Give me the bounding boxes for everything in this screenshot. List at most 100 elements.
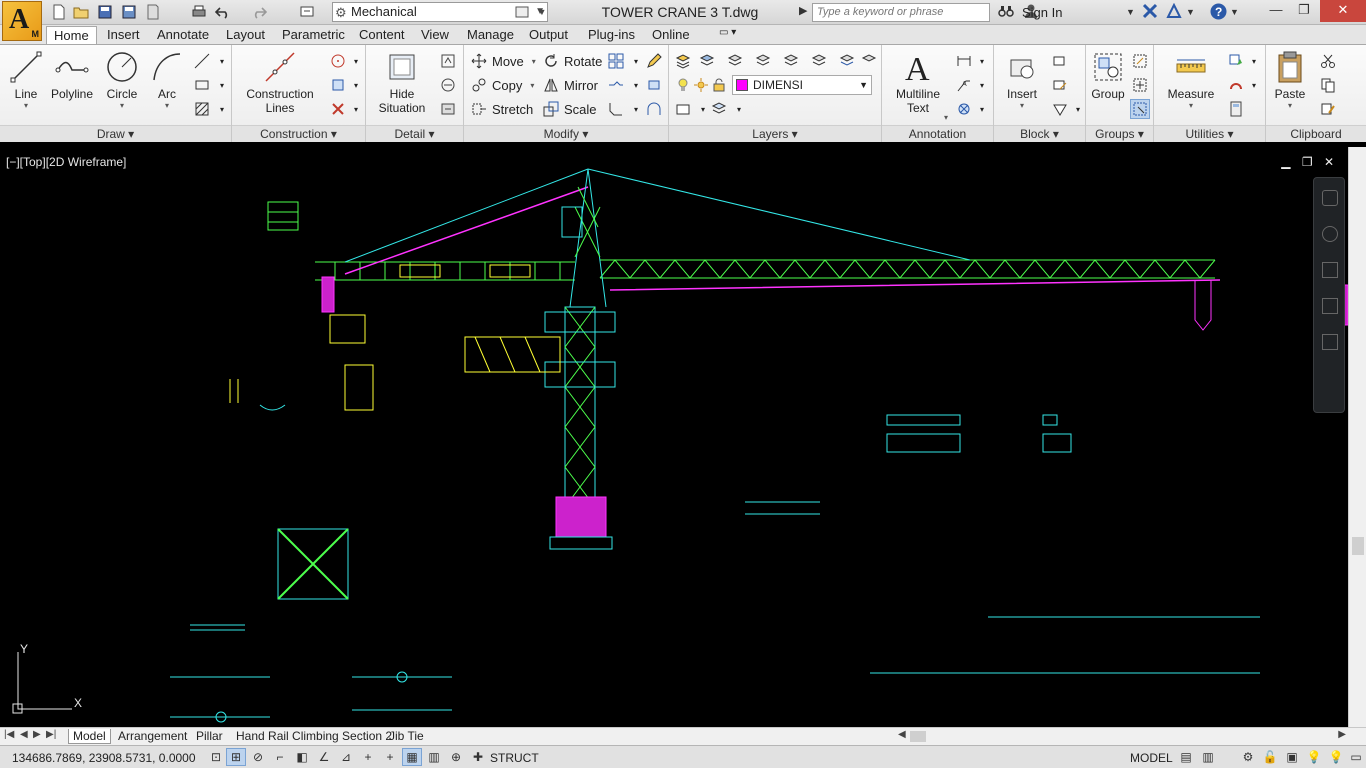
polyline-button[interactable]: Polyline: [48, 49, 96, 101]
utilities-panel-title[interactable]: Utilities ▾: [1154, 125, 1265, 142]
cut-icon[interactable]: [1318, 51, 1338, 71]
chamfer-icon[interactable]: [606, 99, 626, 119]
id-point-icon[interactable]: [1226, 75, 1246, 95]
modify-panel-title[interactable]: Modify ▾: [464, 125, 668, 142]
horizontal-scrollbar[interactable]: ◀ ▶: [898, 729, 1346, 744]
layer-state-icon[interactable]: [697, 51, 717, 71]
tab-online[interactable]: Online: [645, 26, 697, 45]
layers-panel-title[interactable]: Layers ▾: [669, 125, 881, 142]
object-snap-icon[interactable]: ∠: [314, 748, 334, 766]
infer-constraints-icon[interactable]: ⊡: [206, 748, 226, 766]
help-dropdown-icon[interactable]: ▼: [1230, 7, 1239, 17]
transparency-icon[interactable]: ▥: [424, 748, 444, 766]
group-edit-icon[interactable]: [1130, 75, 1150, 95]
layout-tab-arrangement[interactable]: Arrangement: [114, 729, 191, 743]
annot-dd-1-icon[interactable]: ▾: [972, 51, 992, 71]
layer-properties-icon[interactable]: [673, 51, 693, 71]
layout-tab-hand-rail[interactable]: Hand Rail Climbing Section 2: [232, 729, 396, 743]
tab-view[interactable]: View: [414, 26, 456, 45]
plot-preview-icon[interactable]: [144, 3, 162, 21]
close-button[interactable]: ✕: [1320, 0, 1366, 22]
mirror-button[interactable]: Mirror: [542, 75, 598, 95]
draw-dropdown-3-icon[interactable]: ▾: [212, 99, 232, 119]
chamfer-dd-icon[interactable]: ▾: [626, 99, 646, 119]
model-space-toggle[interactable]: MODEL: [1130, 751, 1173, 765]
paste-button[interactable]: Paste ▾: [1270, 49, 1310, 110]
tab-manage[interactable]: Manage: [460, 26, 521, 45]
exchange-x-icon[interactable]: [1142, 3, 1158, 22]
tab-parametric[interactable]: Parametric: [275, 26, 352, 45]
detail-panel-title[interactable]: Detail ▾: [366, 125, 463, 142]
stretch-button[interactable]: Stretch: [470, 99, 533, 119]
block-panel-title[interactable]: Block ▾: [994, 125, 1085, 142]
search-binoculars-icon[interactable]: [998, 3, 1014, 22]
first-tab-icon[interactable]: |◀: [4, 729, 14, 740]
snap-mode-icon[interactable]: ⊞: [226, 748, 246, 766]
quick-properties-icon[interactable]: ⊕: [446, 748, 466, 766]
autodesk-360-icon[interactable]: [1166, 2, 1182, 22]
customize-qat-icon[interactable]: [513, 3, 531, 21]
polar-tracking-icon[interactable]: ◧: [292, 748, 312, 766]
match-properties-icon[interactable]: [298, 3, 316, 21]
layout-tab-jib-tie[interactable]: Jib Tie: [385, 729, 428, 743]
tab-content[interactable]: Content: [352, 26, 412, 45]
struct-toggle[interactable]: STRUCT: [490, 751, 539, 765]
a360-dropdown-icon[interactable]: ▼: [1186, 7, 1195, 17]
block-dd-icon[interactable]: ▾: [1068, 99, 1088, 119]
save-icon[interactable]: [96, 3, 114, 21]
construction-lines-button[interactable]: Construction Lines: [242, 49, 318, 115]
construction-dd-3-icon[interactable]: ▾: [346, 99, 366, 119]
layer-off-icon[interactable]: [859, 51, 879, 71]
new-file-icon[interactable]: [50, 3, 68, 21]
grid-display-icon[interactable]: ⊘: [248, 748, 268, 766]
pan-icon[interactable]: [1322, 226, 1338, 242]
layer-freeze-icon[interactable]: [837, 51, 857, 71]
minimize-button[interactable]: —: [1262, 0, 1290, 22]
dimension-icon[interactable]: [954, 51, 974, 71]
osnap-tracking-icon[interactable]: ⊿: [336, 748, 356, 766]
plot-icon[interactable]: [190, 3, 208, 21]
quick-select-icon[interactable]: [1226, 51, 1246, 71]
construction-panel-title[interactable]: Construction ▾: [232, 125, 365, 142]
redo-icon[interactable]: [250, 3, 268, 21]
leader-icon[interactable]: A: [954, 75, 974, 95]
detail-view-icon[interactable]: [438, 51, 458, 71]
orbit-icon[interactable]: [1322, 298, 1338, 314]
layer-merge-icon[interactable]: [709, 99, 729, 119]
annot-dd-2-icon[interactable]: ▾: [972, 75, 992, 95]
layout-tab-pillar[interactable]: Pillar: [192, 729, 227, 743]
search-input[interactable]: Type a keyword or phrase: [812, 3, 990, 22]
layer-previous-icon[interactable]: [753, 51, 773, 71]
group-selection-toggle-icon[interactable]: [1130, 99, 1150, 119]
status-tray-icon[interactable]: 💡: [1326, 748, 1346, 766]
search-expand-icon[interactable]: ▶: [799, 4, 807, 17]
clean-screen-icon[interactable]: ▭: [1346, 748, 1366, 766]
construction-dd-1-icon[interactable]: ▾: [346, 51, 366, 71]
draw-dropdown-1-icon[interactable]: ▾: [212, 51, 232, 71]
quick-view-layouts-icon[interactable]: ▤: [1176, 748, 1196, 766]
draw-panel-title[interactable]: Draw ▾: [0, 125, 231, 142]
group-button[interactable]: Group: [1088, 49, 1128, 101]
hide-situation-button[interactable]: Hide Situation: [374, 49, 430, 115]
navigation-bar[interactable]: [1313, 177, 1345, 413]
zoom-icon[interactable]: [1322, 262, 1338, 278]
horizontal-scroll-thumb[interactable]: [910, 731, 926, 742]
undo-icon[interactable]: [214, 3, 232, 21]
dynamic-ucs-icon[interactable]: +: [358, 748, 378, 766]
quick-view-drawings-icon[interactable]: ▥: [1198, 748, 1218, 766]
layer-lock-icon[interactable]: [709, 75, 729, 95]
layer-isolate-icon[interactable]: [781, 51, 801, 71]
multiline-text-button[interactable]: A Multiline Text: [890, 49, 946, 115]
annot-dd-3-icon[interactable]: ▾: [972, 99, 992, 119]
restore-button[interactable]: ❐: [1290, 0, 1318, 22]
dynamic-input-icon[interactable]: +: [380, 748, 400, 766]
rotate-button[interactable]: Rotate: [542, 51, 602, 71]
layer-merge-dd-icon[interactable]: ▾: [729, 99, 749, 119]
last-tab-icon[interactable]: ▶|: [46, 729, 56, 740]
array-icon[interactable]: [606, 51, 626, 71]
calculator-icon[interactable]: [1226, 99, 1246, 119]
next-tab-icon[interactable]: ▶: [33, 729, 41, 740]
groups-panel-title[interactable]: Groups ▾: [1086, 125, 1153, 142]
ungroup-icon[interactable]: [1130, 51, 1150, 71]
tab-layout[interactable]: Layout: [219, 26, 272, 45]
